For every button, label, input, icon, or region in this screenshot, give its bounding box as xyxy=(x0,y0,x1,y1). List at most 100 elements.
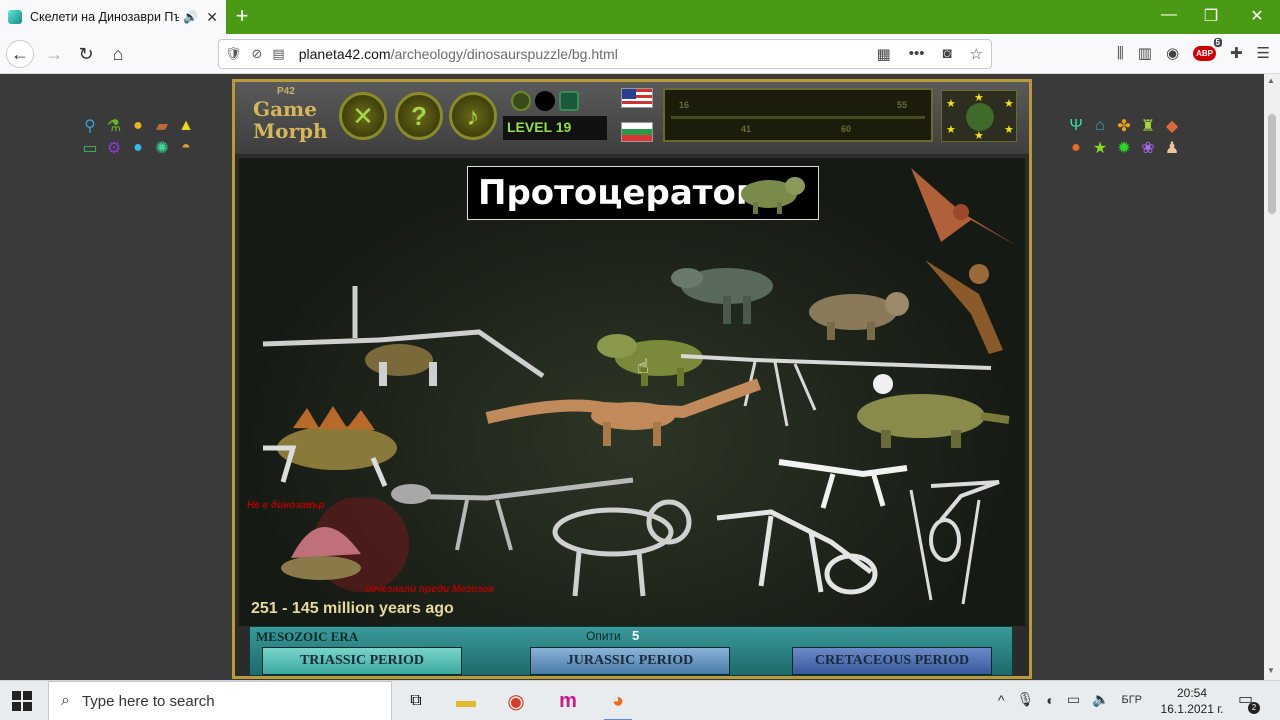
page-info-icon[interactable]: ▤ xyxy=(272,46,284,62)
telescope-icon[interactable]: ⚲ xyxy=(80,116,100,136)
network-icon[interactable]: ▭ xyxy=(1067,691,1080,708)
bone-fragment-piece[interactable] xyxy=(869,370,899,400)
app-m-button[interactable]: m xyxy=(554,687,582,715)
triceratops-skeleton-piece[interactable] xyxy=(539,492,699,602)
book-icon[interactable]: ▰ xyxy=(152,116,172,136)
triassic-period-zone[interactable]: TRIASSIC PERIOD xyxy=(262,647,462,675)
taskbar-search-box[interactable]: ⌕ Type here to search xyxy=(48,681,392,720)
back-button[interactable]: ← xyxy=(6,40,34,68)
speaker-icon[interactable]: 🔊 xyxy=(183,10,198,24)
hat-icon[interactable]: ◓ xyxy=(176,138,196,158)
swords-button[interactable]: ✕ xyxy=(339,92,387,140)
english-flag-button[interactable] xyxy=(621,88,653,108)
sidebar-icon[interactable]: ▥ xyxy=(1138,44,1152,62)
extensions-icon[interactable]: ✚ xyxy=(1230,44,1243,62)
menu-icon[interactable]: ☰ xyxy=(1257,44,1270,62)
site-favicon-icon xyxy=(8,10,22,24)
black-circle-button[interactable] xyxy=(535,91,555,111)
app-tray-icon[interactable]: ◐ xyxy=(1046,692,1054,708)
museum-icon[interactable]: ⌂ xyxy=(1090,116,1110,136)
cretaceous-period-zone[interactable]: CRETACEOUS PERIOD xyxy=(792,647,992,675)
game-header: P42 Game Morph ✕ ? ♪ LEVEL 19 16 41 60 55… xyxy=(235,82,1029,154)
puzzle-scene[interactable]: Протоцератоп ☝ Не е динозавър изчезнали … xyxy=(239,158,1025,626)
scroll-up-icon[interactable]: ▲ xyxy=(1267,76,1275,85)
left-category-icons: ⚲ ⚗ ● ▰ ▲ ▭ ⚙ ● ✺ ◓ xyxy=(80,116,200,158)
forward-button[interactable]: → xyxy=(40,40,68,68)
more-icon[interactable]: ••• xyxy=(909,45,925,63)
sun-icon[interactable]: ✹ xyxy=(1114,138,1134,158)
lightbulb-icon[interactable]: ● xyxy=(128,116,148,136)
adblock-plus-icon[interactable]: ABP 5 xyxy=(1193,37,1222,61)
pteranodon-piece[interactable] xyxy=(901,162,1023,252)
reader-view-icon[interactable]: ▦ xyxy=(877,45,891,63)
ankylosaurus-piece[interactable] xyxy=(841,386,1011,452)
gamemorph-logo[interactable]: P42 Game Morph xyxy=(239,84,335,148)
firefox-button[interactable]: ◕ xyxy=(604,687,632,720)
chrome-button[interactable]: ◉ xyxy=(502,687,530,715)
clock-date: 16.1.2021 г. xyxy=(1160,702,1224,716)
microphone-icon[interactable]: 🎙 xyxy=(1017,691,1035,708)
raptor-piece[interactable] xyxy=(919,254,1009,358)
pocket-icon[interactable]: ◙ xyxy=(942,45,951,63)
game-frame: P42 Game Morph ✕ ? ♪ LEVEL 19 16 41 60 55… xyxy=(232,79,1032,679)
protoceratops-skeleton-piece[interactable] xyxy=(711,502,881,602)
start-button[interactable] xyxy=(12,691,32,711)
achievement-stars[interactable]: ★ ★ ★ ★ ★ ★ xyxy=(941,90,1017,142)
bookmark-star-icon[interactable]: ☆ xyxy=(970,45,983,63)
shield-icon[interactable]: 🛡 xyxy=(225,46,242,62)
browser-tab[interactable]: Скелети на Динозаври Пъзел 🔊 ✕ xyxy=(0,0,226,34)
music-button[interactable]: ♪ xyxy=(449,92,497,140)
tyrannosaurus-piece[interactable] xyxy=(667,256,791,328)
task-view-button[interactable]: ⧉ xyxy=(402,687,430,715)
psi-icon[interactable]: Ψ xyxy=(1066,116,1086,136)
tab-close-button[interactable]: ✕ xyxy=(206,9,218,26)
minimize-button[interactable]: — xyxy=(1154,6,1184,24)
scroll-down-icon[interactable]: ▼ xyxy=(1267,666,1275,675)
jurassic-period-zone[interactable]: JURASSIC PERIOD xyxy=(530,647,730,675)
attempts-label: Опити xyxy=(586,629,621,643)
fullscreen-button[interactable] xyxy=(511,91,531,111)
triceratops-piece[interactable] xyxy=(797,284,919,344)
taskbar-clock[interactable]: 20:54 16.1.2021 г. xyxy=(1152,685,1232,717)
close-window-button[interactable]: ✕ xyxy=(1242,6,1272,26)
chevron-up-icon[interactable]: ^ xyxy=(998,692,1005,708)
extinct-before-mesozoic-note: изчезнали преди Мезозоя xyxy=(365,584,494,595)
gear-icon[interactable]: ⚙ xyxy=(104,138,124,158)
apatosaurus-skeleton-piece[interactable] xyxy=(259,282,549,392)
url-bar[interactable]: 🛡 ⊘ ▤ planeta42.com/archeology/dinosaurs… xyxy=(218,39,992,69)
scroll-thumb[interactable] xyxy=(1268,114,1276,214)
home-button[interactable]: ⌂ xyxy=(104,40,132,68)
vertical-scrollbar[interactable]: ▲ ▼ xyxy=(1264,74,1280,680)
time-range-label: 251 - 145 million years ago xyxy=(251,600,454,617)
file-explorer-button[interactable]: ▬ xyxy=(452,687,480,715)
ball-icon[interactable]: ● xyxy=(1066,138,1086,158)
atom-icon[interactable]: ✺ xyxy=(152,138,172,158)
volume-icon[interactable]: 🔈 xyxy=(1092,691,1109,708)
computer-icon[interactable]: ▭ xyxy=(80,138,100,158)
book-button[interactable] xyxy=(559,91,579,111)
tower-icon[interactable]: ♜ xyxy=(1138,116,1158,136)
cube-icon[interactable]: ◆ xyxy=(1162,116,1182,136)
bulgarian-flag-button[interactable] xyxy=(621,122,653,142)
trophy-icon xyxy=(966,103,994,131)
diplodocus-piece[interactable] xyxy=(483,378,763,448)
restore-button[interactable]: ❐ xyxy=(1196,6,1226,26)
library-icon[interactable]: ⫼ xyxy=(1117,45,1124,62)
puzzle-icon[interactable]: ✤ xyxy=(1114,116,1134,136)
language-indicator[interactable]: БГР xyxy=(1122,694,1143,706)
url-text[interactable]: planeta42.com/archeology/dinosaurspuzzle… xyxy=(299,46,618,62)
help-button[interactable]: ? xyxy=(395,92,443,140)
chat-icon[interactable]: ● xyxy=(128,138,148,158)
account-icon[interactable]: ◉ xyxy=(1166,44,1179,62)
microscope-icon[interactable]: ⚗ xyxy=(104,116,124,136)
new-tab-button[interactable]: + xyxy=(230,5,254,29)
star-icon[interactable]: ★ xyxy=(1090,138,1110,158)
figure-icon[interactable]: ♟ xyxy=(1162,138,1182,158)
flask-icon[interactable]: ▲ xyxy=(176,116,196,136)
era-label: MESOZOIC ERA xyxy=(256,629,359,644)
star-icon: ★ xyxy=(974,130,984,142)
cluster-icon[interactable]: ❀ xyxy=(1138,138,1158,158)
pterosaur-skeleton-piece[interactable] xyxy=(901,480,1005,610)
camera-blocked-icon[interactable]: ⊘ xyxy=(252,46,263,62)
reload-button[interactable]: ↻ xyxy=(72,40,100,68)
